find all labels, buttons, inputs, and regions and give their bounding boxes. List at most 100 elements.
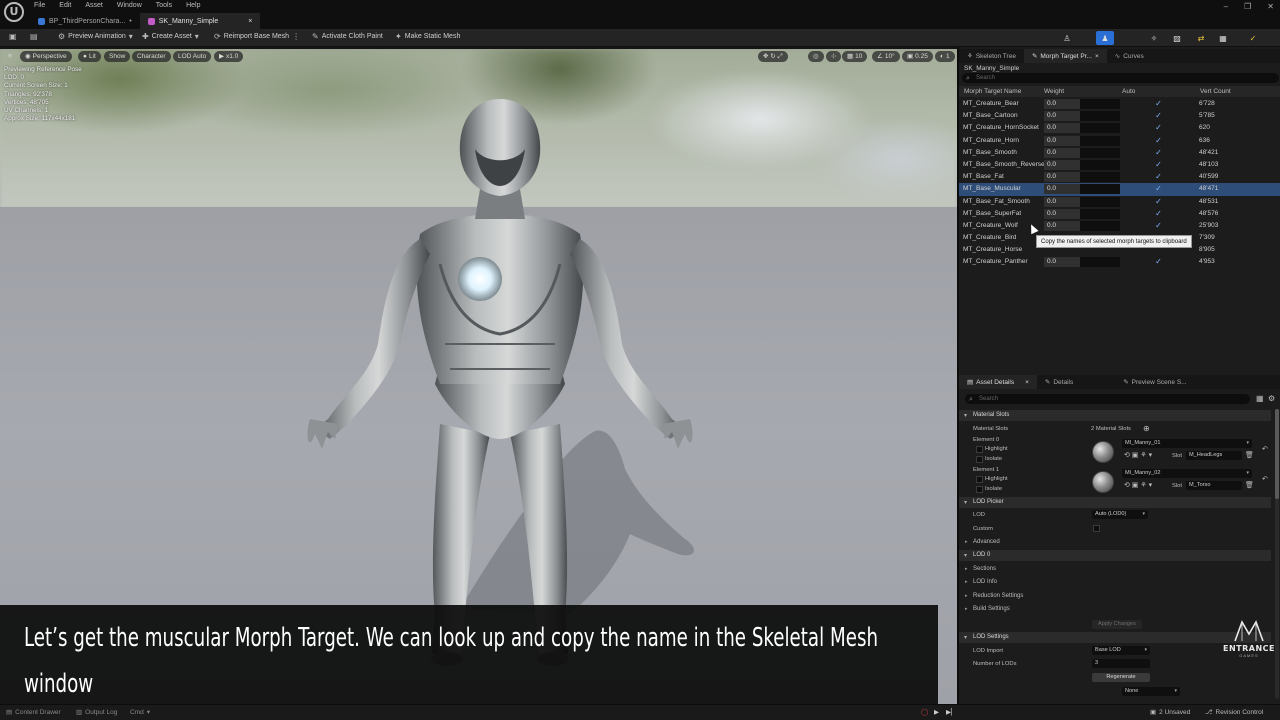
slot-name-field[interactable]: M_Torso	[1186, 481, 1242, 490]
camera-speed-button[interactable]: ◐ 1	[935, 51, 955, 62]
weight-slider[interactable]: 0.0	[1044, 99, 1120, 109]
menu-asset[interactable]: Asset	[85, 2, 103, 9]
play-icon[interactable]: ▶	[934, 708, 939, 716]
weight-slider[interactable]: 0.0	[1044, 147, 1120, 158]
number-of-lods-field[interactable]: 3	[1092, 659, 1150, 668]
column-vert-count[interactable]: Vert Count	[1200, 88, 1231, 95]
morph-target-row[interactable]: MT_Base_Fat_Smooth 0.0 ✓ 48'531	[959, 196, 1280, 208]
auto-checkbox[interactable]: ✓	[1154, 160, 1163, 169]
material-combo[interactable]: MI_Manny_01 ▾	[1122, 439, 1252, 448]
tab-details[interactable]: ✎ Details	[1037, 375, 1081, 389]
morph-target-row[interactable]: MT_Base_SuperFat 0.0 ✓ 48'576	[959, 208, 1280, 220]
material-thumbnail[interactable]	[1092, 441, 1114, 463]
morph-target-row[interactable]: MT_Base_Smooth 0.0 ✓ 48'421	[959, 147, 1280, 159]
morph-target-row[interactable]: MT_Creature_Wolf 0.0 ✓ 25'903	[959, 220, 1280, 232]
tab-skeleton-tree[interactable]: ⚘ Skeleton Tree	[959, 49, 1024, 63]
asset-action-icons[interactable]: ⟲ ▣ ⚘ ▾	[1124, 481, 1152, 489]
pin-icon[interactable]: ✓	[1244, 31, 1262, 45]
column-name[interactable]: Morph Target Name	[964, 88, 1021, 95]
weight-slider[interactable]: 0.0	[1044, 135, 1120, 146]
output-log-button[interactable]: ▥ Output Log	[76, 708, 117, 717]
highlight-checkbox[interactable]	[976, 446, 983, 453]
tab-sk-manny-simple[interactable]: SK_Manny_Simple ×	[139, 13, 261, 29]
advanced-row[interactable]: ▸ Advanced	[959, 536, 1271, 548]
section-lod-picker[interactable]: ▾ LOD Picker	[959, 497, 1271, 508]
menu-help[interactable]: Help	[186, 2, 200, 9]
material-thumbnail[interactable]	[1092, 471, 1114, 493]
content-drawer-button[interactable]: ▤ Content Drawer	[6, 708, 61, 717]
perspective-button[interactable]: ◉ Perspective	[20, 51, 72, 62]
add-slot-icon[interactable]: ⊕	[1143, 424, 1150, 433]
create-asset-button[interactable]: ✚ Create Asset ▾	[142, 32, 199, 41]
rotation-snap-button[interactable]: ∠ 10°	[872, 51, 900, 62]
physics-mode-icon[interactable]: ⇄	[1192, 31, 1210, 45]
menu-tools[interactable]: Tools	[156, 2, 172, 9]
viewport[interactable]: ≡ ◉ Perspective ● Lit Show Character LOD A…	[0, 49, 957, 704]
activate-cloth-button[interactable]: ✎ Activate Cloth Paint	[312, 32, 383, 41]
close-icon[interactable]: ×	[248, 18, 252, 25]
scale-snap-button[interactable]: ▣ 0.25	[902, 51, 933, 62]
weight-slider[interactable]: 0.0	[1044, 220, 1120, 231]
auto-checkbox[interactable]: ✓	[1154, 197, 1163, 206]
reimport-button[interactable]: ⟳ Reimport Base Mesh ⋮	[214, 32, 300, 41]
weight-slider[interactable]: 0.0	[1044, 208, 1120, 219]
close-icon[interactable]: ×	[1025, 379, 1029, 386]
weight-slider[interactable]: 0.0	[1044, 257, 1120, 268]
morph-target-row[interactable]: MT_Creature_Panther 0.0 ✓ 4'953	[959, 256, 1280, 268]
record-icon[interactable]: ◯	[921, 708, 928, 716]
delete-icon[interactable]: 🗑	[1245, 481, 1254, 489]
cmd-button[interactable]: Cmd ▾	[130, 708, 150, 717]
revision-control-button[interactable]: ⎇ Revision Control	[1205, 708, 1263, 717]
slot-name-field[interactable]: M_HeadLegs	[1186, 451, 1242, 460]
view-options-icon[interactable]: ▦	[1256, 394, 1264, 403]
auto-checkbox[interactable]: ✓	[1154, 172, 1163, 181]
sections-row[interactable]: ▸ Sections	[959, 563, 1271, 575]
weight-slider[interactable]: 0.0	[1044, 159, 1120, 170]
menu-edit[interactable]: Edit	[59, 2, 71, 9]
morph-target-row[interactable]: MT_Creature_Bear 0.0 ✓ 6'728	[959, 98, 1280, 110]
lod-combo[interactable]: Auto (LOD0) ▾	[1092, 510, 1148, 519]
animation-mode-icon[interactable]: ✧	[1145, 31, 1163, 45]
auto-checkbox[interactable]: ✓	[1154, 99, 1163, 108]
morph-target-row[interactable]: MT_Base_Fat 0.0 ✓ 40'599	[959, 171, 1280, 183]
mesh-mode-icon[interactable]: ♟	[1096, 31, 1114, 45]
maximize-icon[interactable]: ❐	[1244, 2, 1251, 11]
reset-arrow-icon[interactable]: ↶	[1262, 445, 1268, 453]
morph-target-row[interactable]: MT_Creature_HornSocket 0.0 ✓ 620	[959, 122, 1280, 134]
settings-icon[interactable]: ⚙	[1268, 394, 1275, 403]
play-speed-button[interactable]: ▶ x1.0	[214, 51, 244, 62]
column-weight[interactable]: Weight	[1044, 88, 1064, 95]
surface-snap-icon[interactable]: ⊹	[826, 51, 842, 62]
auto-checkbox[interactable]: ✓	[1154, 123, 1163, 132]
details-search-input[interactable]: ⌕ Search	[965, 394, 1250, 404]
apply-changes-button[interactable]: Apply Changes	[1092, 620, 1142, 629]
auto-checkbox[interactable]: ✓	[1154, 148, 1163, 157]
column-auto[interactable]: Auto	[1122, 88, 1135, 95]
morph-target-row[interactable]: MT_Base_Muscular 0.0 ✓ 48'471	[959, 183, 1280, 196]
morph-target-row[interactable]: MT_Base_Cartoon 0.0 ✓ 5'785	[959, 110, 1280, 122]
tab-morph-target-preview[interactable]: ✎ Morph Target Pr... ×	[1023, 49, 1107, 63]
menu-window[interactable]: Window	[117, 2, 142, 9]
tab-curves[interactable]: ∿ Curves	[1107, 49, 1152, 63]
reset-arrow-icon[interactable]: ↶	[1262, 475, 1268, 483]
highlight-checkbox[interactable]	[976, 476, 983, 483]
step-icon[interactable]: ▶▏	[946, 708, 956, 716]
save-icon[interactable]: ▣	[9, 32, 17, 41]
delete-icon[interactable]: 🗑	[1245, 451, 1254, 459]
preview-animation-button[interactable]: ⚙ Preview Animation ▾	[58, 32, 133, 41]
lod-info-row[interactable]: ▸ LOD Info	[959, 576, 1271, 588]
isolate-checkbox[interactable]	[976, 486, 983, 493]
morph-target-row[interactable]: MT_Creature_Horn 0.0 ✓ 636	[959, 135, 1280, 147]
scrollbar-thumb[interactable]	[1275, 409, 1279, 499]
tab-bp-thirdperson[interactable]: BP_ThirdPersonChara... •	[30, 13, 140, 29]
hamburger-icon[interactable]: ≡	[3, 51, 17, 62]
lod-import-combo[interactable]: Base LOD ▾	[1092, 646, 1150, 655]
minimize-icon[interactable]: –	[1224, 2, 1228, 11]
morph-search-input[interactable]: ⌕ Search	[962, 73, 1279, 83]
settings-mode-icon[interactable]: ▦	[1214, 31, 1232, 45]
weight-slider[interactable]: 0.0	[1044, 184, 1120, 195]
lod-auto-button[interactable]: LOD Auto	[173, 51, 212, 62]
regenerate-button[interactable]: Regenerate	[1092, 673, 1150, 682]
skeleton-mode-icon[interactable]: ♙	[1058, 31, 1076, 45]
auto-checkbox[interactable]: ✓	[1154, 136, 1163, 145]
